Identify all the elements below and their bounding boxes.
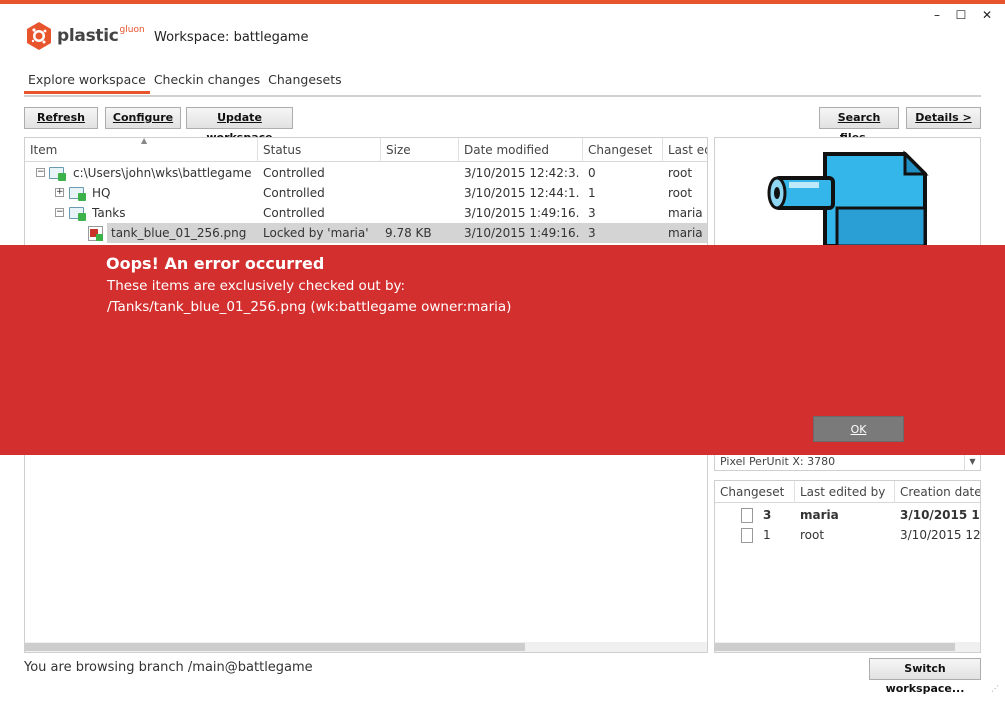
tab-checkin-changes[interactable]: Checkin changes [150, 72, 264, 94]
error-title: Oops! An error occurred [106, 254, 325, 273]
table-row[interactable]: + HQ Controlled 3/10/2015 12:44:1... 1 r… [25, 183, 707, 203]
error-message-line2: /Tanks/tank_blue_01_256.png (wk:battlega… [107, 299, 512, 315]
details-button[interactable]: Details > [906, 107, 981, 129]
image-preview [714, 137, 981, 245]
history-row[interactable]: 1 root 3/10/2015 12: [715, 525, 981, 545]
column-size[interactable]: Size [381, 138, 459, 162]
title-accent-bar [0, 0, 1005, 4]
history-header: Changeset Last edited by Creation date [715, 481, 980, 503]
column-creation-date[interactable]: Creation date [895, 481, 980, 503]
minimize-button[interactable]: – [930, 8, 944, 22]
item-status: Controlled [263, 166, 325, 180]
tab-changesets[interactable]: Changesets [264, 72, 345, 94]
chevron-down-icon[interactable]: ▼ [964, 454, 980, 470]
workspace-title: Workspace: battlegame [154, 30, 309, 45]
image-properties-select[interactable]: Pixel PerUnit X: 3780 ▼ [714, 453, 981, 471]
error-message-line1: These items are exclusively checked out … [107, 278, 406, 294]
history-creation-date: 3/10/2015 12: [900, 528, 981, 542]
ok-button[interactable]: OK [813, 416, 904, 442]
item-last-edited: maria [668, 206, 703, 220]
logo-superscript: gluon [119, 25, 145, 35]
item-changeset: 1 [588, 186, 596, 200]
item-last-edited: maria [668, 226, 703, 240]
controlled-folder-icon [49, 167, 66, 181]
close-button[interactable]: ✕ [980, 8, 994, 22]
update-workspace-button[interactable]: Update workspace [186, 107, 293, 144]
item-last-edited: root [668, 166, 693, 180]
resize-grip-icon[interactable]: ⋰ [991, 685, 1001, 697]
item-date: 3/10/2015 12:42:3... [464, 166, 580, 180]
history-last-edited-by: root [800, 528, 825, 542]
collapse-icon[interactable]: − [36, 168, 45, 177]
configure-button[interactable]: Configure [105, 107, 181, 129]
item-name: Tanks [92, 206, 126, 220]
tab-explore-workspace[interactable]: Explore workspace [24, 72, 150, 94]
image-file-icon [88, 226, 103, 241]
branch-status-text: You are browsing branch /main@battlegame [24, 660, 313, 675]
refresh-button[interactable]: Refresh [24, 107, 98, 129]
main-tabs: Explore workspace Checkin changes Change… [24, 72, 346, 94]
column-changeset[interactable]: Changeset [715, 481, 795, 503]
sort-ascending-icon: ▲ [141, 137, 148, 145]
item-status: Controlled [263, 206, 325, 220]
error-banner: Oops! An error occurred These items are … [0, 245, 1005, 455]
item-changeset: 0 [588, 166, 596, 180]
column-last-edited-by[interactable]: Last edited by [795, 481, 895, 503]
column-status[interactable]: Status [258, 138, 381, 162]
maximize-button[interactable]: ☐ [954, 8, 968, 22]
item-name: HQ [92, 186, 111, 200]
history-creation-date: 3/10/2015 1:4 [900, 508, 980, 522]
item-status: Controlled [263, 186, 325, 200]
search-files-button[interactable]: Search files... [819, 107, 899, 144]
switch-workspace-button[interactable]: Switch workspace... [869, 658, 981, 695]
column-date-modified[interactable]: Date modified [459, 138, 583, 162]
item-date: 3/10/2015 1:49:16... [464, 226, 580, 240]
table-row[interactable]: − Tanks Controlled 3/10/2015 1:49:16... … [25, 203, 707, 223]
column-last-edited[interactable]: Last ed [663, 138, 707, 162]
item-changeset: 3 [588, 206, 596, 220]
column-changeset[interactable]: Changeset [583, 138, 663, 162]
table-row-selected[interactable]: tank_blue_01_256.png Locked by 'maria' 9… [88, 223, 707, 243]
plastic-logo-icon [25, 21, 53, 51]
item-last-edited: root [668, 186, 693, 200]
file-list-horizontal-scrollbar[interactable] [25, 642, 707, 652]
item-name: tank_blue_01_256.png [111, 226, 247, 240]
history-horizontal-scrollbar[interactable] [715, 642, 980, 652]
document-icon [741, 528, 753, 543]
file-list-header: Item ▲ Status Size Date modified Changes… [25, 137, 707, 162]
history-row[interactable]: 3 maria 3/10/2015 1:4 [715, 505, 980, 525]
item-changeset: 3 [588, 226, 596, 240]
expand-icon[interactable]: + [55, 188, 64, 197]
document-icon [741, 508, 753, 523]
table-row[interactable]: − c:\Users\john\wks\battlegame Controlle… [25, 163, 707, 183]
item-name: c:\Users\john\wks\battlegame [73, 166, 252, 180]
collapse-icon[interactable]: − [55, 208, 64, 217]
item-size: 9.78 KB [385, 226, 432, 240]
history-last-edited-by: maria [800, 508, 839, 522]
item-date: 3/10/2015 1:49:16... [464, 206, 580, 220]
history-changeset: 1 [763, 528, 771, 542]
scrollbar-thumb[interactable] [25, 643, 525, 651]
item-date: 3/10/2015 12:44:1... [464, 186, 580, 200]
app-logo: plastic gluon [25, 20, 145, 52]
item-status: Locked by 'maria' [263, 226, 369, 240]
logo-text: plastic [57, 26, 119, 46]
tank-preview-image [767, 150, 929, 245]
controlled-folder-icon [69, 187, 86, 201]
pixel-per-unit-value: Pixel PerUnit X: 3780 [720, 455, 836, 468]
file-history-list: Changeset Last edited by Creation date 3… [714, 480, 981, 653]
controlled-folder-icon [69, 207, 86, 221]
tab-divider [24, 95, 981, 97]
history-changeset: 3 [763, 508, 772, 522]
